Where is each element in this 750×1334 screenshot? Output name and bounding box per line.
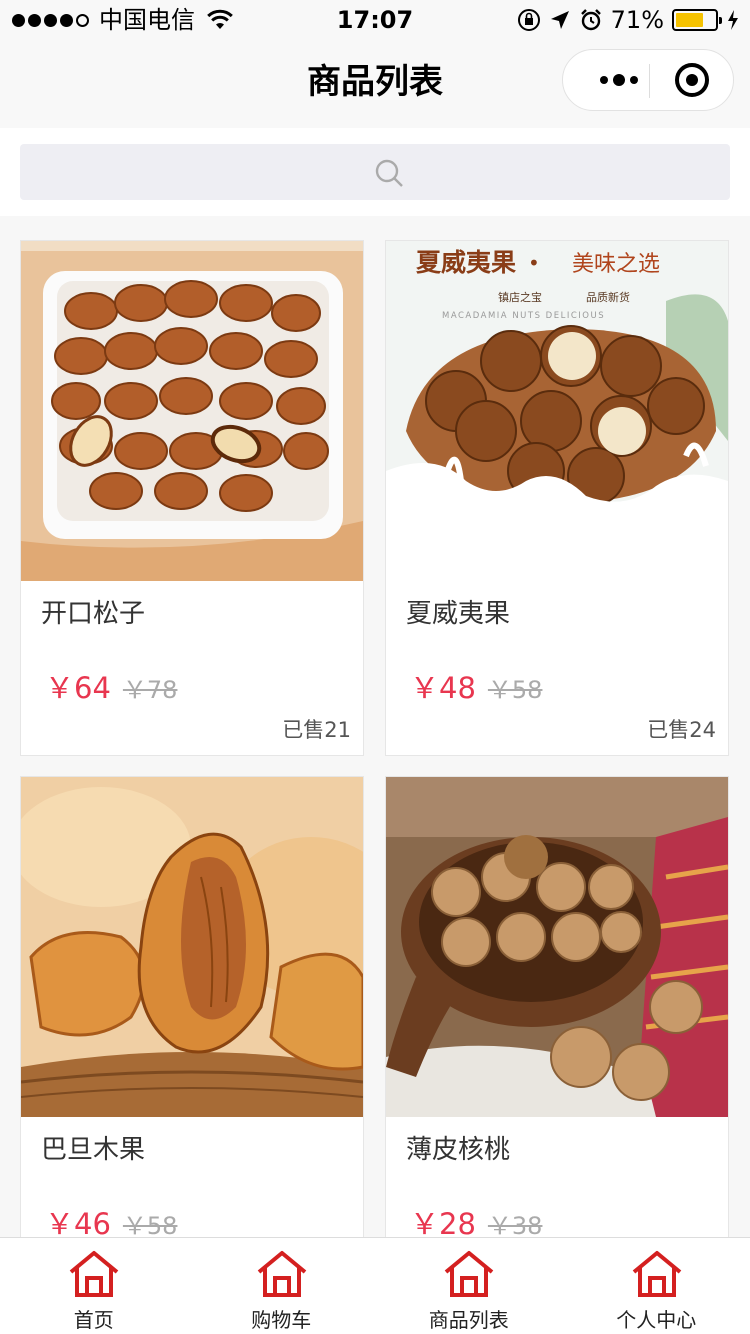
alarm-icon <box>580 9 601 31</box>
tab-cart[interactable]: 购物车 <box>188 1238 376 1334</box>
tab-label: 个人中心 <box>616 1308 697 1332</box>
product-price: ￥48 <box>410 671 476 705</box>
tab-profile[interactable]: 个人中心 <box>563 1238 750 1334</box>
status-bar: 中国电信 17:07 71% <box>0 0 750 40</box>
product-image-macadamia[interactable]: 夏威夷果 • 美味之选 镇店之宝 品质新货 MACADAMIA NUTS DEL… <box>386 241 728 581</box>
product-price: ￥28 <box>410 1207 476 1241</box>
battery-percent: 71% <box>610 6 664 34</box>
home-icon <box>69 1251 119 1297</box>
product-image-almonds[interactable] <box>21 777 363 1117</box>
banner-tag-2: 品质新货 <box>586 290 630 304</box>
banner-tag-1: 镇店之宝 <box>498 290 542 304</box>
svg-text:•: • <box>528 251 540 275</box>
product-name: 开口松子 <box>41 599 146 629</box>
product-card[interactable]: 夏威夷果 • 美味之选 镇店之宝 品质新货 MACADAMIA NUTS DEL… <box>385 240 729 756</box>
banner-english: MACADAMIA NUTS DELICIOUS <box>442 311 605 321</box>
product-name: 夏威夷果 <box>406 599 511 629</box>
charging-icon <box>728 10 738 30</box>
tab-label: 购物车 <box>251 1308 312 1332</box>
tab-label: 首页 <box>73 1308 114 1332</box>
location-icon <box>550 11 569 29</box>
mini-program-capsule <box>562 49 734 111</box>
tab-bar: 首页 购物车 商品列表 个人中心 <box>0 1237 750 1334</box>
more-options-button[interactable] <box>587 50 651 110</box>
product-card[interactable]: 薄皮核桃 ￥28 ￥38 <box>385 776 729 1256</box>
navigation-bar: 商品列表 <box>0 40 750 128</box>
tab-label: 商品列表 <box>428 1308 509 1332</box>
product-image-walnuts[interactable] <box>386 777 728 1117</box>
home-icon <box>632 1251 681 1297</box>
orientation-lock-icon <box>517 9 540 31</box>
original-price: ￥78 <box>122 676 178 704</box>
search-input[interactable] <box>20 144 730 200</box>
product-price: ￥46 <box>45 1207 111 1241</box>
screen: 中国电信 17:07 71% 商品列表 开口松子 ￥64 ￥78 已售21 夏威… <box>0 0 750 1334</box>
original-price: ￥58 <box>487 676 543 704</box>
capsule-divider <box>649 64 650 98</box>
battery-icon <box>672 9 722 31</box>
product-name: 薄皮核桃 <box>406 1135 511 1165</box>
banner-title: 夏威夷果 <box>416 248 516 277</box>
product-card[interactable]: 巴旦木果 ￥46 ￥58 <box>20 776 364 1256</box>
banner-slogan: 美味之选 <box>572 252 660 277</box>
close-mini-program-button[interactable] <box>675 63 709 97</box>
home-icon <box>257 1251 306 1297</box>
sold-count: 已售24 <box>647 718 716 742</box>
search-section <box>0 128 750 216</box>
product-name: 巴旦木果 <box>41 1135 146 1165</box>
sold-count: 已售21 <box>282 718 351 742</box>
product-price: ￥64 <box>45 671 111 705</box>
product-image-pine-nuts[interactable] <box>21 241 363 581</box>
search-icon <box>375 159 403 187</box>
tab-product-list[interactable]: 商品列表 <box>375 1238 563 1334</box>
price-row: ￥64 ￥78 <box>45 671 177 707</box>
status-right: 71% <box>517 6 740 34</box>
price-row: ￥48 ￥58 <box>410 671 542 707</box>
product-card[interactable]: 开口松子 ￥64 ￥78 已售21 <box>20 240 364 756</box>
home-icon <box>444 1251 494 1297</box>
tab-home[interactable]: 首页 <box>0 1238 188 1334</box>
